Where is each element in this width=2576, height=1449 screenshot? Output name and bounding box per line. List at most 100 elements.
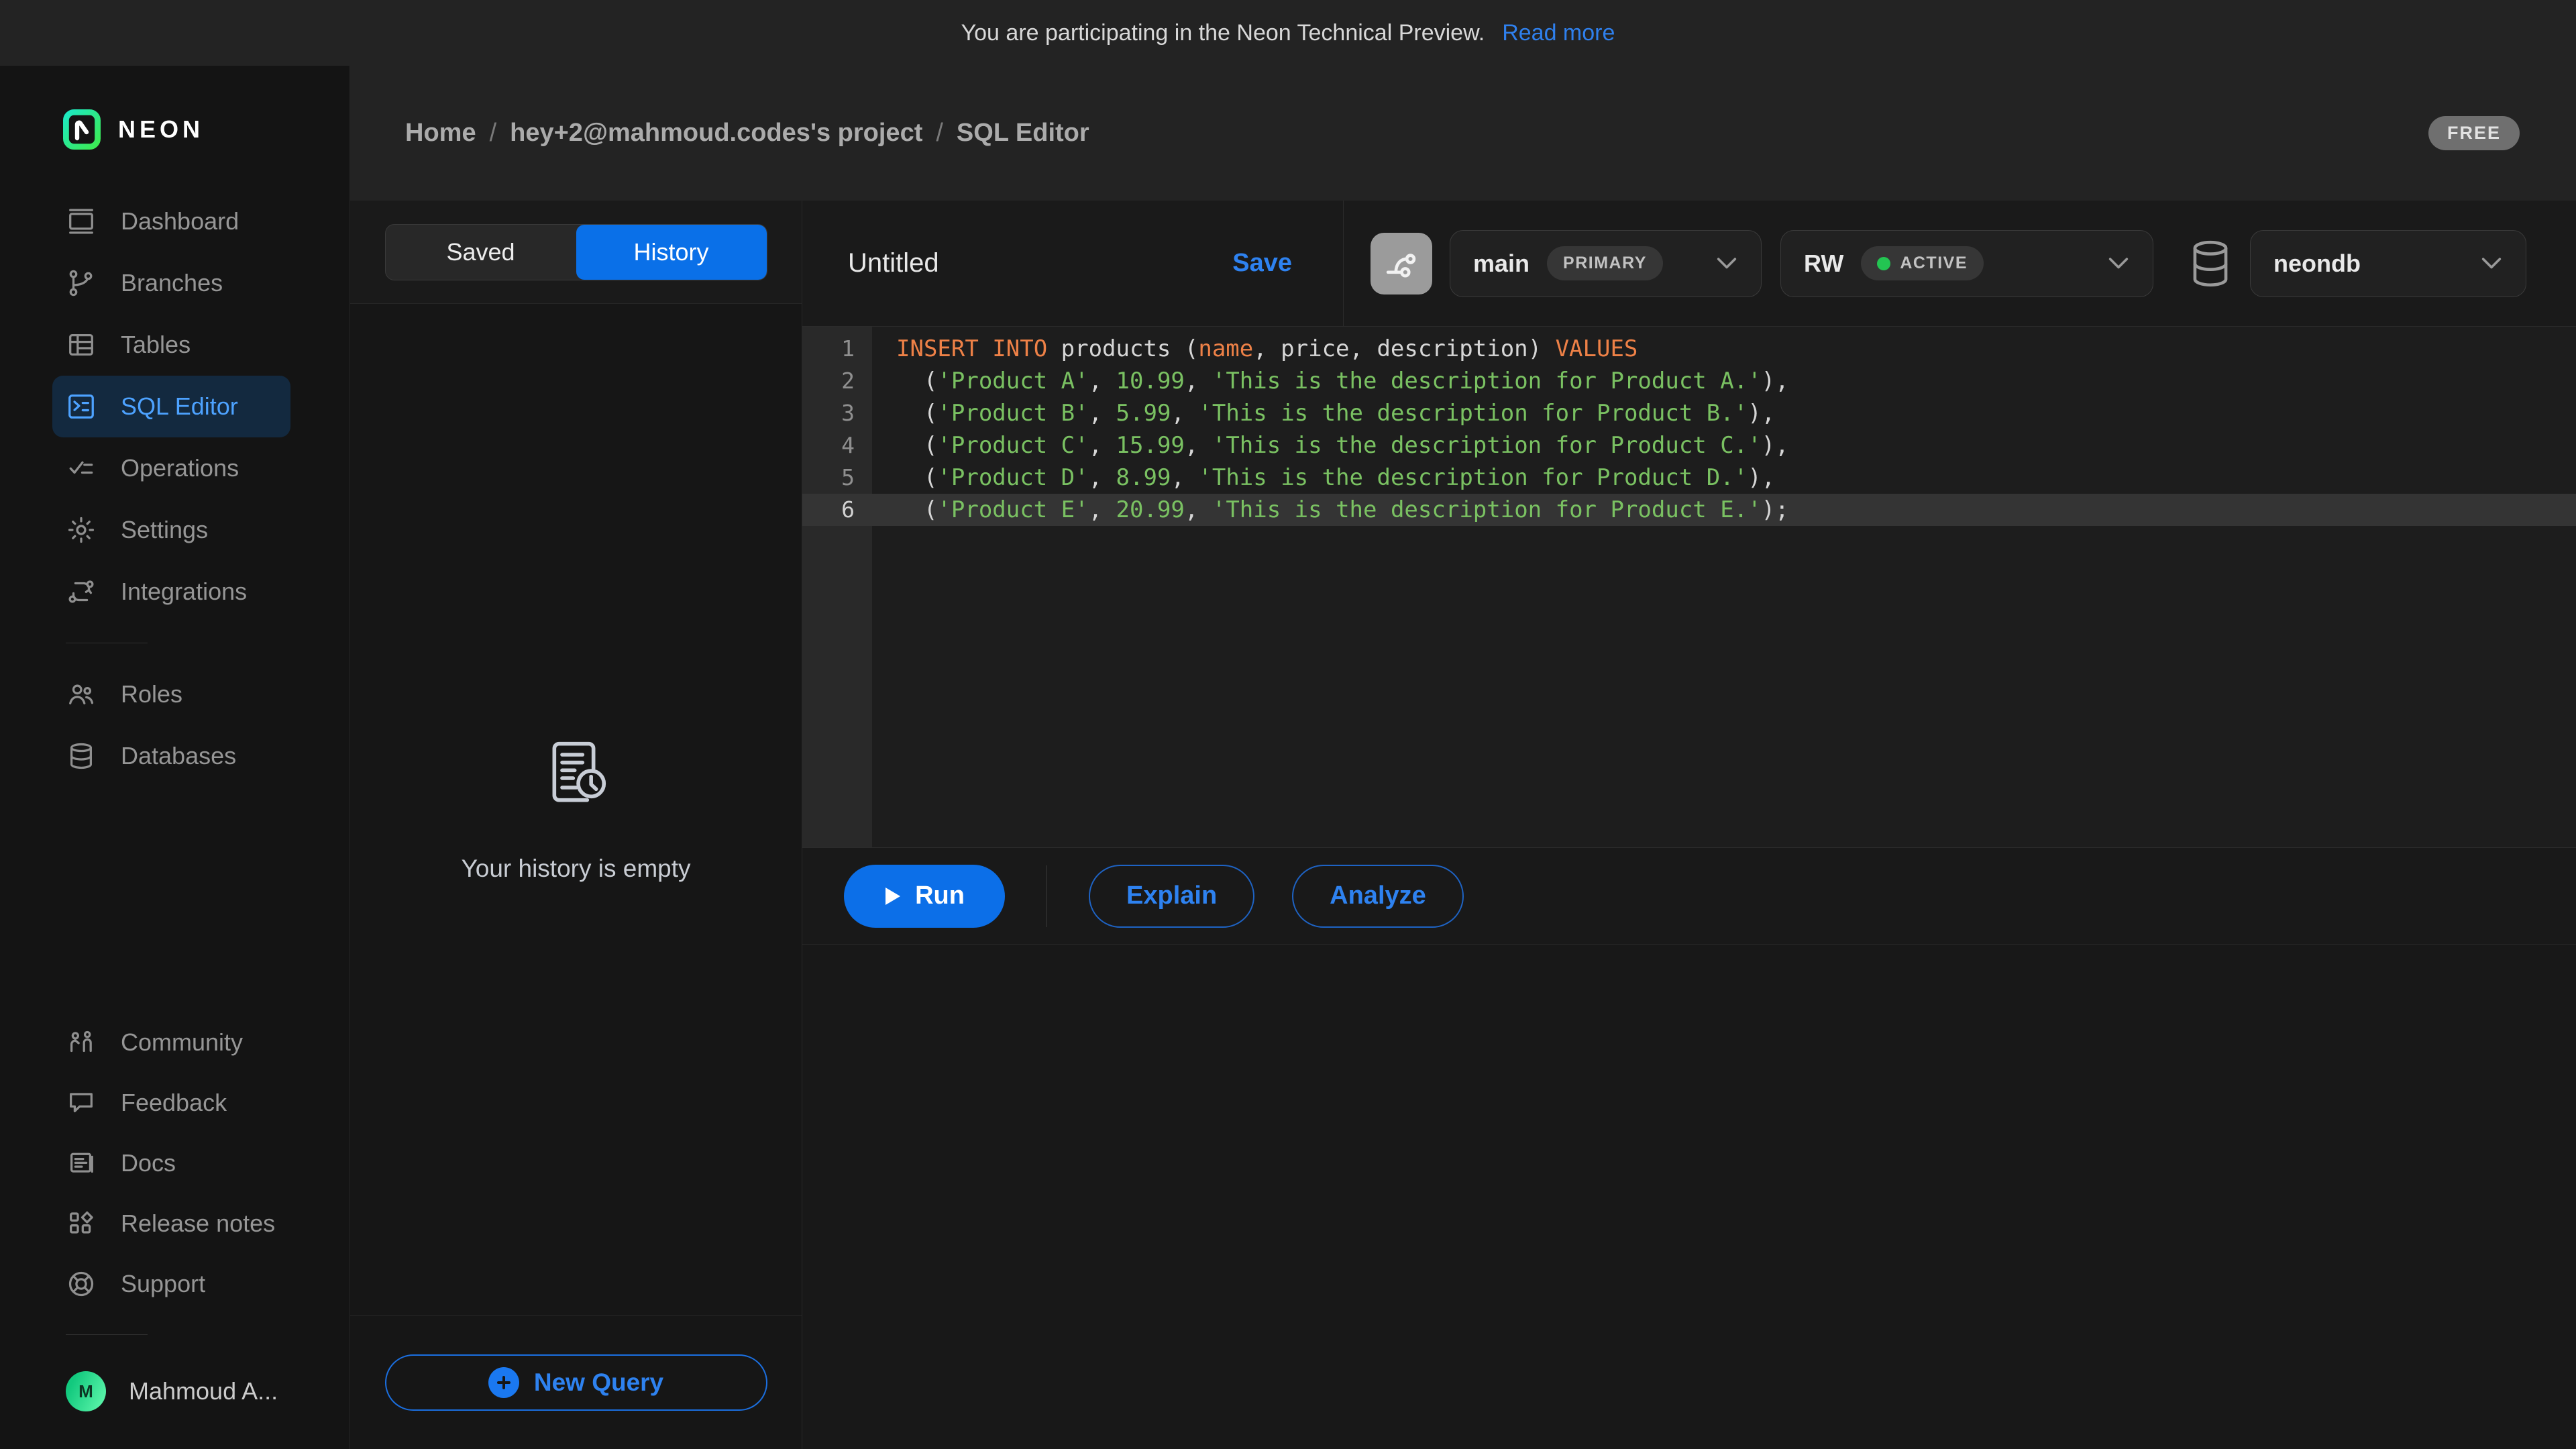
query-title[interactable]: Untitled — [848, 248, 939, 278]
roles-icon — [66, 679, 97, 710]
sidebar-nav-secondary: Roles Databases — [0, 663, 350, 787]
sidebar-nav-footer: Community Feedback Docs Release notesSuppor… — [0, 1012, 350, 1314]
editor-toolbar: Untitled Save m — [802, 201, 2576, 327]
neon-logo[interactable]: NEON — [63, 107, 350, 152]
history-panel: SavedHistory Your history is empty — [350, 201, 802, 1449]
sidebar-item-databases[interactable]: Databases — [52, 725, 290, 787]
code-text: ('Product A', 10.99, 'This is the descri… — [872, 365, 1789, 397]
tables-icon — [66, 329, 97, 360]
run-button[interactable]: Run — [844, 865, 1005, 928]
code-line-5: 5 ('Product D', 8.99, 'This is the descr… — [802, 462, 2576, 494]
branch-name: main — [1473, 250, 1529, 278]
sidebar-item-docs[interactable]: Docs — [52, 1133, 290, 1193]
sql-editor-icon — [66, 391, 97, 422]
sidebar-item-label: Docs — [121, 1149, 176, 1177]
app-body: NEON DashboardBranchesTablesSQL EditorOp… — [0, 66, 2576, 1449]
tabs-block: SavedHistory — [350, 201, 802, 304]
line-number: 1 — [802, 333, 872, 365]
new-query-label: New Query — [534, 1368, 663, 1397]
branches-icon — [66, 268, 97, 299]
breadcrumb-separator: / — [936, 119, 943, 148]
support-icon — [66, 1269, 97, 1299]
sidebar-divider-bottom — [66, 1334, 148, 1335]
save-button[interactable]: Save — [1232, 249, 1292, 278]
code-line-3: 3 ('Product B', 5.99, 'This is the descr… — [802, 397, 2576, 429]
chevron-down-icon — [2107, 256, 2130, 271]
code-line-2: 2 ('Product A', 10.99, 'This is the desc… — [802, 365, 2576, 397]
query-actions: Run Explain Analyze — [802, 848, 2576, 945]
history-empty-icon — [539, 736, 614, 814]
play-icon — [884, 886, 902, 906]
sidebar-item-community[interactable]: Community — [52, 1012, 290, 1073]
read-more-link[interactable]: Read more — [1502, 20, 1615, 46]
sidebar-item-branches[interactable]: Branches — [52, 252, 290, 314]
code-text: ('Product D', 8.99, 'This is the descrip… — [872, 462, 1775, 494]
code-text: INSERT INTO products (name, price, descr… — [872, 333, 1638, 365]
chevron-down-icon — [1715, 256, 1738, 271]
breadcrumb: Home/hey+2@mahmoud.codes's project/SQL E… — [405, 119, 2428, 148]
neon-logo-icon — [63, 109, 101, 150]
user-name: Mahmoud A... — [129, 1377, 278, 1405]
sidebar-item-roles[interactable]: Roles — [52, 663, 290, 725]
code-line-1: 1INSERT INTO products (name, price, desc… — [802, 333, 2576, 365]
database-icon — [2188, 238, 2233, 289]
breadcrumb-segment: SQL Editor — [957, 119, 1089, 148]
line-number: 4 — [802, 429, 872, 462]
history-empty-state: Your history is empty — [350, 304, 802, 1315]
sidebar-item-release-notes[interactable]: Release notes — [52, 1193, 290, 1254]
sidebar-item-feedback[interactable]: Feedback — [52, 1073, 290, 1133]
breadcrumb-segment[interactable]: hey+2@mahmoud.codes's project — [510, 119, 922, 148]
code-text: ('Product E', 20.99, 'This is the descri… — [872, 494, 1789, 526]
docs-icon — [66, 1148, 97, 1179]
operations-icon — [66, 453, 97, 484]
status-dot — [1877, 257, 1890, 270]
breadcrumb-segment[interactable]: Home — [405, 119, 476, 148]
toolbar-selectors: main PRIMARY RW ACTIVE — [1344, 201, 2576, 326]
plus-icon — [488, 1367, 519, 1398]
sql-code-editor[interactable]: 1INSERT INTO products (name, price, desc… — [802, 327, 2576, 848]
compute-name: RW — [1804, 250, 1843, 278]
run-label: Run — [915, 881, 965, 910]
sidebar-item-tables[interactable]: Tables — [52, 314, 290, 376]
topbar: Home/hey+2@mahmoud.codes's project/SQL E… — [350, 66, 2576, 201]
sidebar-item-sql-editor[interactable]: SQL Editor — [52, 376, 290, 437]
dashboard-icon — [66, 206, 97, 237]
sidebar-item-settings[interactable]: Settings — [52, 499, 290, 561]
sidebar: NEON DashboardBranches Tables SQL EditorOp… — [0, 66, 350, 1449]
compute-selector[interactable]: RW ACTIVE — [1780, 230, 2153, 297]
code-text: ('Product B', 5.99, 'This is the descrip… — [872, 397, 1775, 429]
feedback-icon — [66, 1087, 97, 1118]
database-name: neondb — [2273, 250, 2361, 278]
actions-divider — [1046, 865, 1047, 927]
chevron-down-icon — [2480, 256, 2503, 271]
line-number: 6 — [802, 494, 872, 526]
line-number: 5 — [802, 462, 872, 494]
code-line-4: 4 ('Product C', 15.99, 'This is the desc… — [802, 429, 2576, 462]
sidebar-item-support[interactable]: Support — [52, 1254, 290, 1314]
sidebar-item-label: Feedback — [121, 1089, 227, 1117]
sidebar-item-label: Tables — [121, 331, 191, 359]
analyze-button[interactable]: Analyze — [1292, 865, 1464, 928]
user-menu[interactable]: M Mahmoud A... — [0, 1371, 350, 1411]
sidebar-item-label: Roles — [121, 680, 182, 708]
saved-history-tabs: SavedHistory — [385, 224, 767, 280]
code-text: ('Product C', 15.99, 'This is the descri… — [872, 429, 1789, 462]
explain-button[interactable]: Explain — [1089, 865, 1254, 928]
banner-text: You are participating in the Neon Techni… — [961, 20, 1485, 46]
tab-history[interactable]: History — [576, 225, 767, 280]
community-icon — [66, 1027, 97, 1058]
sidebar-item-operations[interactable]: Operations — [52, 437, 290, 499]
databases-icon — [66, 741, 97, 771]
history-empty-text: Your history is empty — [461, 855, 690, 883]
main-column: Home/hey+2@mahmoud.codes's project/SQL E… — [350, 66, 2576, 1449]
sidebar-item-dashboard[interactable]: Dashboard — [52, 191, 290, 252]
logo-wordmark: NEON — [118, 115, 204, 144]
sidebar-item-integrations[interactable]: Integrations — [52, 561, 290, 623]
branch-selector[interactable]: main PRIMARY — [1450, 230, 1762, 297]
tab-saved[interactable]: Saved — [386, 225, 576, 280]
database-selector[interactable]: neondb — [2250, 230, 2526, 297]
sidebar-item-label: Integrations — [121, 578, 247, 606]
new-query-button[interactable]: New Query — [385, 1354, 767, 1411]
technical-preview-banner: You are participating in the Neon Techni… — [0, 0, 2576, 66]
line-number: 3 — [802, 397, 872, 429]
